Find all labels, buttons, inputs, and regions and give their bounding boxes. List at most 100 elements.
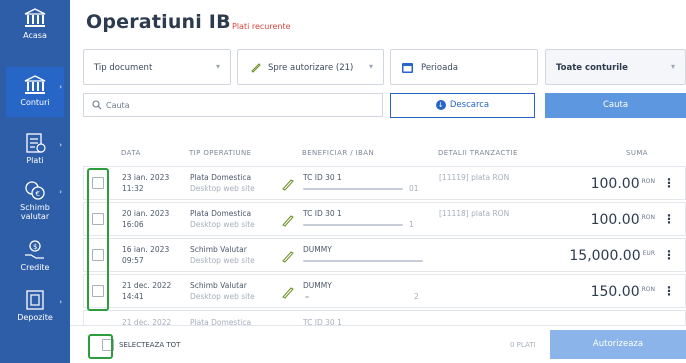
calendar-icon (402, 63, 413, 73)
redacted-iban (303, 260, 423, 262)
row-type: Schimb Valutar (190, 281, 247, 290)
download-button[interactable]: ↓ Descarca (390, 93, 535, 118)
payments-icon (26, 133, 46, 153)
svg-text:€: € (36, 190, 40, 198)
sidebar-item-acasa[interactable]: Acasa (6, 0, 64, 50)
table-row[interactable]: 20 ian. 2023 16:06 Plata Domestica Deskt… (83, 202, 686, 236)
authorize-button[interactable]: Autorizeaza (550, 330, 686, 359)
sidebar-item-label: Acasa (23, 31, 47, 40)
row-beneficiary: TC ID 30 1 (303, 173, 342, 182)
pen-icon (282, 251, 294, 263)
deposit-icon (26, 290, 44, 310)
row-date: 20 ian. 2023 (122, 209, 170, 218)
column-header-type: TIP OPERATIUNE (189, 149, 252, 157)
row-channel: Desktop web site (190, 292, 255, 301)
accounts-dropdown[interactable]: Toate conturile ▾ (545, 49, 686, 85)
more-options-icon[interactable]: ⋮ (663, 176, 675, 190)
chevron-down-icon: ▾ (215, 62, 220, 71)
sidebar-item-label: Depozite (17, 313, 53, 322)
row-type: Plata Domestica (190, 173, 252, 182)
search-input[interactable]: Cauta (83, 93, 383, 117)
row-time: 14:41 (122, 292, 144, 301)
pen-icon (282, 179, 294, 191)
more-options-icon[interactable]: ⋮ (663, 248, 675, 262)
table-row[interactable]: 23 ian. 2023 11:32 Plata Domestica Deskt… (83, 166, 686, 200)
action-footer: SELECTEAZA TOT 0 PLATI Autorizeaza (70, 325, 686, 363)
period-selector[interactable]: Perioada (390, 49, 538, 85)
pen-icon (282, 215, 294, 227)
exchange-icon: € (25, 181, 45, 200)
row-time: 16:06 (122, 220, 144, 229)
row-details: [11118] plata RON (439, 209, 510, 218)
sidebar-item-label: Credite (20, 263, 50, 272)
row-channel: Desktop web site (190, 184, 255, 193)
column-header-beneficiary: BENEFICIAR / IBAN (302, 149, 375, 157)
row-time: 11:32 (122, 184, 144, 193)
sidebar-item-depozite[interactable]: › Depozite (6, 282, 64, 332)
period-label: Perioada (421, 63, 458, 73)
more-options-icon[interactable]: ⋮ (663, 284, 675, 298)
sidebar-item-label: Conturi (20, 98, 50, 107)
row-amount: 150.00 RON (590, 284, 655, 300)
document-type-label: Tip document (94, 63, 153, 73)
row-beneficiary: TC ID 30 1 (303, 209, 342, 218)
chevron-right-icon: › (59, 83, 62, 91)
sidebar-item-label: Plati (26, 156, 44, 165)
row-date: 23 ian. 2023 (122, 173, 170, 182)
chevron-down-icon: ▾ (368, 62, 373, 71)
svg-text:$: $ (33, 243, 37, 251)
credit-icon: $ (25, 240, 44, 259)
highlight-select-all (88, 334, 113, 359)
row-iban-tail: 2 (414, 292, 419, 301)
row-date: 16 ian. 2023 (122, 245, 170, 254)
redacted-iban (305, 296, 309, 298)
status-label: Spre autorizare (21) (268, 63, 354, 73)
sidebar-item-credite[interactable]: $ Credite (6, 232, 64, 282)
row-iban-tail: 1 (409, 220, 414, 229)
document-type-dropdown[interactable]: Tip document ▾ (83, 49, 231, 85)
table-row[interactable]: 21 dec. 2022 14:41 Schimb Valutar Deskto… (83, 274, 686, 308)
sidebar-item-conturi[interactable]: › Conturi (6, 67, 64, 117)
row-time: 09:57 (122, 256, 144, 265)
pen-icon (282, 287, 294, 299)
more-options-icon[interactable]: ⋮ (663, 212, 675, 226)
row-channel: Desktop web site (190, 220, 255, 229)
row-channel: Desktop web site (190, 256, 255, 265)
row-amount: 15,000.00 EUR (569, 248, 655, 264)
row-amount: 100.00 RON (590, 176, 655, 192)
chevron-down-icon: ▾ (670, 62, 675, 71)
page-title: Operatiuni IB (86, 11, 231, 33)
main-content: Operatiuni IB Plati recurente Tip docume… (70, 0, 686, 363)
bank-icon (24, 8, 46, 27)
search-icon (92, 100, 102, 110)
status-dropdown[interactable]: Spre autorizare (21) ▾ (237, 49, 384, 85)
row-type: Schimb Valutar (190, 245, 247, 254)
chevron-right-icon: › (59, 298, 62, 306)
row-amount: 100.00 RON (590, 212, 655, 228)
redacted-iban (303, 188, 403, 190)
column-header-details: DETALII TRANZACTIE (438, 149, 518, 157)
select-all-label[interactable]: SELECTEAZA TOT (119, 341, 180, 349)
sidebar-item-plati[interactable]: › Plati (6, 125, 64, 175)
table-header: DATA TIP OPERATIUNE BENEFICIAR / IBAN DE… (83, 143, 686, 163)
recurring-payments-link[interactable]: Plati recurente (232, 22, 291, 31)
sidebar: Acasa › Conturi › Plati € › Schimb valut… (0, 0, 70, 363)
accounts-label: Toate conturile (556, 63, 628, 73)
table-row[interactable]: 16 ian. 2023 09:57 Schimb Valutar Deskto… (83, 238, 686, 272)
row-date: 21 dec. 2022 (122, 281, 172, 290)
pen-icon (251, 63, 261, 73)
search-placeholder: Cauta (106, 101, 130, 110)
row-details: [11119] plata RON (439, 173, 510, 182)
payments-count: 0 PLATI (510, 341, 536, 349)
chevron-right-icon: › (59, 141, 62, 149)
column-header-amount: SUMA (626, 149, 648, 157)
highlight-row-checkboxes (87, 168, 109, 311)
row-iban-tail: 01 (409, 184, 419, 193)
chevron-right-icon: › (59, 188, 62, 196)
sidebar-item-label: Schimb valutar (20, 203, 50, 221)
search-button[interactable]: Cauta (545, 93, 686, 118)
row-beneficiary: DUMMY (303, 245, 332, 254)
redacted-iban (303, 224, 403, 226)
sidebar-item-schimb-valutar[interactable]: € › Schimb valutar (6, 172, 64, 224)
bank-icon (24, 75, 46, 94)
